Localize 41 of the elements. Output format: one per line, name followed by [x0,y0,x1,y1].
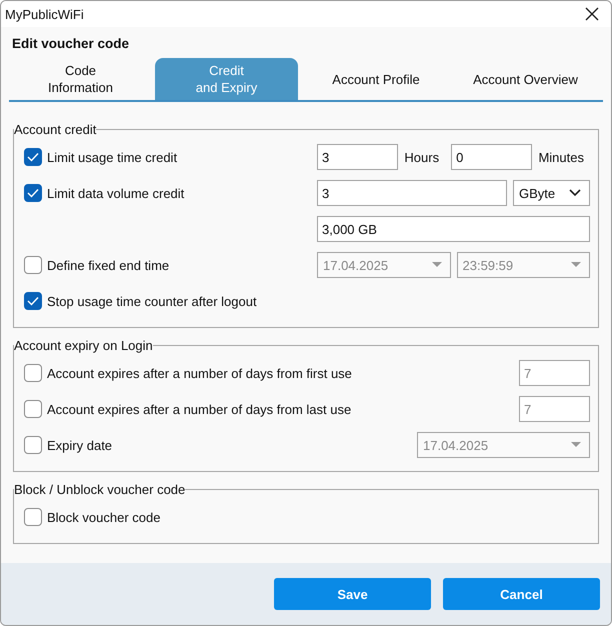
chevron-icon [569,189,581,197]
caret-icon [571,442,581,448]
checkbox[interactable] [24,508,42,526]
checkbox-label: Expiry date [47,438,112,452]
checkbox[interactable] [24,364,42,382]
checkmark-icon [27,188,39,198]
tab[interactable]: Account Overview [454,58,597,100]
window-title: MyPublicWiFi [5,6,84,22]
checkbox[interactable] [24,256,42,274]
checkmark-icon [27,296,39,306]
checkbox-label: Account expires after a number of days from first use [47,366,352,380]
dialog-button[interactable]: Save [274,578,431,610]
caret-icon [571,262,581,268]
tab[interactable]: Account Profile [301,58,451,100]
unit-label: Hours [404,150,440,164]
group-title: Account expiry on Login [14,338,153,353]
checkbox-label: Account expires after a number of days from last use [47,402,352,416]
checkbox-label: Define fixed end time [47,258,170,272]
caret-icon [432,262,442,268]
checkbox[interactable] [24,400,42,418]
close-icon[interactable] [585,7,599,21]
input-field[interactable]: 3,000 GB [317,216,590,242]
input-field[interactable]: 3 [317,180,507,206]
dropdown[interactable]: GByte [513,180,590,206]
checkbox[interactable] [24,292,42,310]
group-title: Account credit [14,122,96,137]
checkbox-label: Limit usage time credit [47,150,178,164]
checkbox-label: Limit data volume credit [47,186,184,200]
unit-label: Minutes [538,150,584,164]
tab[interactable]: Code Information [9,58,152,100]
group-title: Block / Unblock voucher code [14,482,186,497]
checkbox[interactable] [24,184,42,202]
checkbox-label: Block voucher code [47,510,160,524]
dialog-title: Edit voucher code [11,35,130,53]
input-field[interactable]: 0 [451,144,532,170]
dialog-button[interactable]: Cancel [443,578,600,610]
checkbox[interactable] [24,148,42,166]
checkbox-label: Stop usage time counter after logout [47,294,257,308]
input-field[interactable]: 3 [317,144,398,170]
checkmark-icon [27,152,39,162]
checkbox[interactable] [24,436,42,454]
